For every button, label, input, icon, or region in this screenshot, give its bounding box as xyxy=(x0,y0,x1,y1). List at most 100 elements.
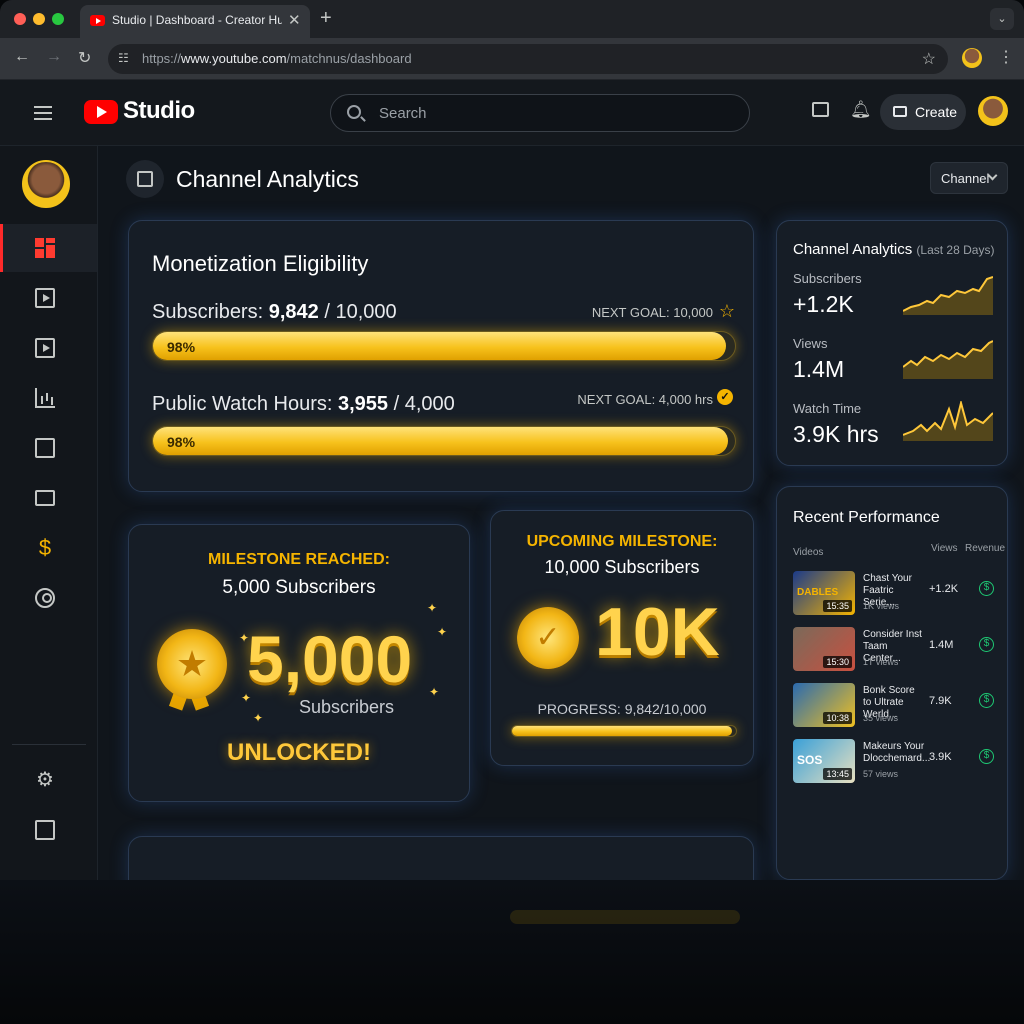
video-thumbnail[interactable]: DABLES 15:35 xyxy=(793,571,855,615)
feedback-icon[interactable] xyxy=(812,102,829,117)
upcoming-progress-caption: PROGRESS: 9,842/10,000 xyxy=(537,701,707,717)
back-arrow-icon[interactable]: ← xyxy=(14,48,30,66)
milestone-reached-caption: Subscribers xyxy=(299,697,395,717)
watch-time-label: Watch Time xyxy=(793,401,862,416)
milestone-reached-heading: MILESTONE REACHED: xyxy=(208,551,390,568)
sidebar-item-comments[interactable] xyxy=(0,424,97,472)
table-row[interactable]: SOS 13:45 Makeurs Your Dlocchemard... 57… xyxy=(793,739,998,789)
revenue-dollar-icon: $ xyxy=(979,693,994,708)
sidebar-item-content[interactable] xyxy=(0,274,97,322)
sparkle-icon: ✦ xyxy=(241,691,252,705)
youtube-logo-icon[interactable] xyxy=(84,100,118,124)
main-content: Channel Analytics Channel Monetization E… xyxy=(98,146,1024,880)
subscribers-progress-fill xyxy=(153,332,726,360)
address-bar[interactable]: ☷ https://www.youtube.com/matchnus/dashb… xyxy=(108,44,948,74)
video-views: 7.9K xyxy=(929,695,952,707)
subtitles-icon xyxy=(35,490,55,506)
video-title[interactable]: Makeurs Your Dlocchemard... xyxy=(863,741,930,765)
subscribers-label: Subscribers xyxy=(793,271,862,286)
thumbnail-caption: DABLES xyxy=(797,587,839,598)
close-window-button[interactable] xyxy=(14,13,26,25)
sparkle-icon: ✦ xyxy=(253,711,264,725)
site-settings-icon[interactable]: ☷ xyxy=(118,51,129,65)
video-views: 3.9K xyxy=(929,751,952,763)
video-views-subtext: 1K views xyxy=(863,601,900,611)
account-avatar[interactable] xyxy=(978,96,1008,126)
subscribers-progress-bar: 98% xyxy=(152,331,736,361)
dashboard-icon xyxy=(35,238,55,258)
table-row[interactable]: DABLES 15:35 Chast Your Faatric Serie...… xyxy=(793,571,998,621)
sidebar: $ ⚙ xyxy=(0,146,98,880)
sidebar-item-feedback[interactable] xyxy=(0,806,97,854)
studio-logo-text[interactable]: Studio xyxy=(123,97,195,125)
content-library-icon xyxy=(35,288,55,308)
comments-icon xyxy=(35,438,55,458)
search-box[interactable] xyxy=(330,94,750,132)
sidebar-item-earn[interactable]: $ xyxy=(0,524,97,572)
sidebar-item-subtitles[interactable] xyxy=(0,474,97,522)
channel-avatar[interactable] xyxy=(22,160,70,208)
thumbnail-caption: SOS xyxy=(797,753,823,767)
sidebar-item-customization[interactable] xyxy=(0,574,97,622)
views-column-header: Views xyxy=(931,543,958,554)
hamburger-menu-icon[interactable] xyxy=(34,106,52,120)
bookmark-star-icon[interactable]: ☆ xyxy=(922,49,936,69)
channel-dropdown[interactable]: Channel xyxy=(930,162,1008,194)
star-icon: ☆ xyxy=(718,301,735,321)
new-tab-icon[interactable]: + xyxy=(320,7,332,30)
youtube-favicon-icon xyxy=(90,15,105,26)
views-sparkline xyxy=(903,340,993,379)
create-button[interactable]: Create xyxy=(880,94,966,130)
sidebar-item-settings[interactable]: ⚙ xyxy=(0,756,97,804)
reload-icon[interactable]: ↻ xyxy=(78,48,91,68)
search-icon xyxy=(347,105,361,119)
recent-performance-title: Recent Performance xyxy=(793,509,940,526)
search-input[interactable] xyxy=(379,103,719,123)
milestone-reached-subheading: 5,000 Subscribers xyxy=(222,577,376,598)
video-duration: 13:45 xyxy=(823,768,852,780)
check-glyph: ✓ xyxy=(535,621,561,654)
sparkle-icon: ✦ xyxy=(437,625,448,639)
videos-column-header: Videos xyxy=(793,547,824,558)
video-thumbnail[interactable]: 10:38 xyxy=(793,683,855,727)
analytics-page-icon xyxy=(126,160,164,198)
watch-hours-next-goal: NEXT GOAL: 4,000 hrs xyxy=(577,392,713,407)
close-tab-icon[interactable]: ✕ xyxy=(288,11,301,29)
maximize-window-button[interactable] xyxy=(52,13,64,25)
desk-reflection xyxy=(0,880,1024,1024)
browser-profile-avatar[interactable] xyxy=(962,48,982,68)
views-label: Views xyxy=(793,336,828,351)
profile-circle-icon xyxy=(35,588,55,608)
gear-icon: ⚙ xyxy=(36,769,54,791)
upcoming-milestone-heading: UPCOMING MILESTONE: xyxy=(526,533,718,550)
video-duration: 15:35 xyxy=(823,600,852,612)
browser-tab[interactable]: Studio | Dashboard - Creator Hub ✕ xyxy=(80,5,310,38)
sidebar-item-analytics[interactable] xyxy=(0,374,97,422)
forward-arrow-icon[interactable]: → xyxy=(46,48,62,66)
table-row[interactable]: 15:30 Consider Inst Taam Center... 1T vi… xyxy=(793,627,998,677)
sidebar-item-dashboard[interactable] xyxy=(0,224,97,272)
video-thumbnail[interactable]: 15:30 xyxy=(793,627,855,671)
minimize-window-button[interactable] xyxy=(33,13,45,25)
sidebar-item-playlists[interactable] xyxy=(0,324,97,372)
upcoming-progress-bar xyxy=(511,725,737,737)
upcoming-milestone-number: 10K xyxy=(595,594,720,670)
watch-hours-progress-fill xyxy=(153,427,729,455)
send-feedback-icon xyxy=(35,820,55,840)
tab-search-chevron-icon[interactable]: ⌄ xyxy=(990,8,1014,30)
channel-analytics-card[interactable]: Channel Analytics (Last 28 Days) Subscri… xyxy=(776,220,1008,466)
dollar-sign-icon: $ xyxy=(38,535,52,560)
subscribers-metric: Subscribers: 9,842 / 10,000 xyxy=(152,301,397,323)
subscribers-percent: 98% xyxy=(167,339,196,355)
sparkle-icon: ✦ xyxy=(427,601,438,615)
video-thumbnail[interactable]: SOS 13:45 xyxy=(793,739,855,783)
subscribers-value: +1.2K xyxy=(793,291,854,317)
reflection-glow xyxy=(510,910,740,924)
recent-performance-card: Recent Performance Videos Views Revenue … xyxy=(776,486,1008,880)
browser-menu-icon[interactable]: ⋮ xyxy=(998,47,1014,67)
video-views: 1.4M xyxy=(929,639,954,651)
upcoming-progress-fill xyxy=(512,726,733,736)
url-text[interactable]: https://www.youtube.com/matchnus/dashboa… xyxy=(142,51,412,66)
bell-icon[interactable]: 🔔︎ xyxy=(850,100,872,120)
table-row[interactable]: 10:38 Bonk Score to Ultrate Werld... 35 … xyxy=(793,683,998,733)
